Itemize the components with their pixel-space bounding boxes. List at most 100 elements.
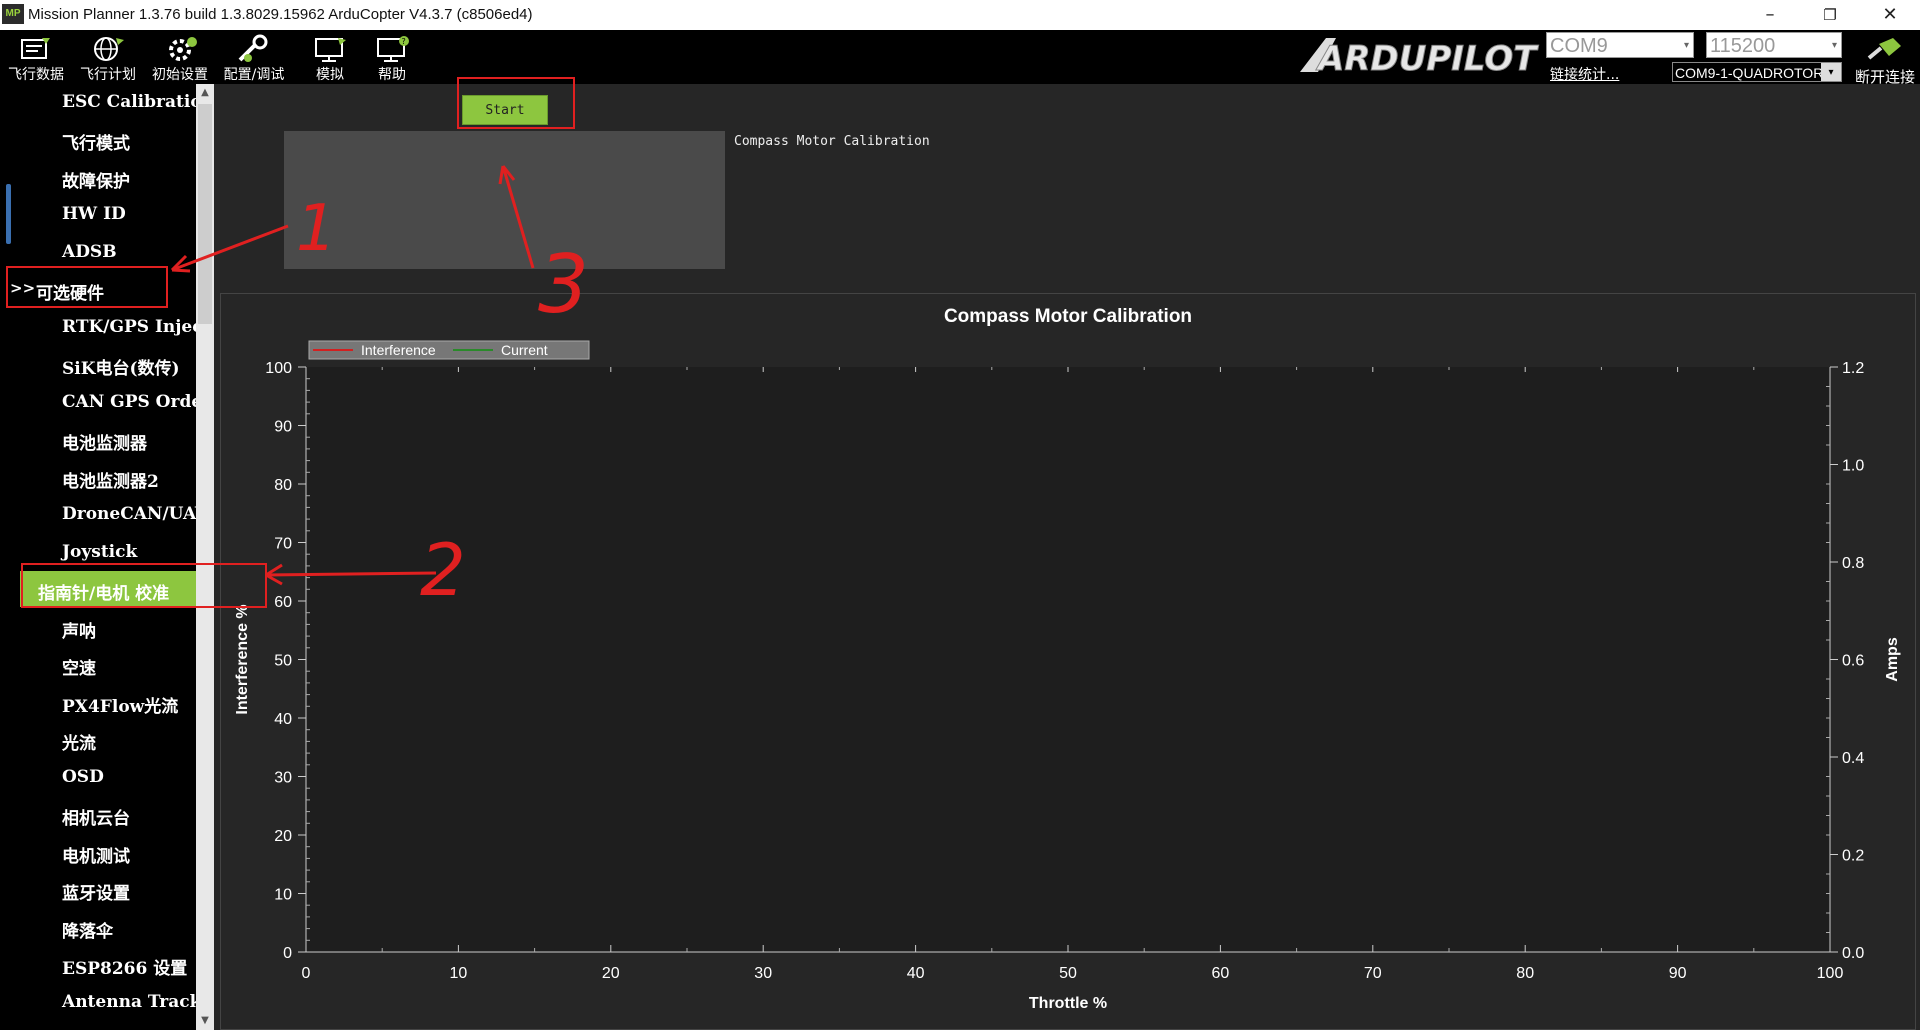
x-axis-label: Throttle % — [1029, 995, 1107, 1012]
ardupilot-logo: ARDUPILOT — [1300, 38, 1540, 78]
sidebar-item-failsafe[interactable]: 故障保护 — [0, 159, 196, 195]
toolbar-help[interactable]: ? 帮助 — [356, 32, 428, 84]
sidebar-item-label: 蓝牙设置 — [62, 884, 130, 904]
port-value: COM9 — [1550, 35, 1608, 57]
y-tick-label: 40 — [274, 711, 292, 728]
flight-data-icon — [21, 38, 50, 59]
svg-text:?: ? — [402, 37, 406, 46]
vehicle-select[interactable]: COM9-1-QUADROTOR ▾ — [1672, 62, 1842, 82]
scroll-up-icon[interactable]: ▲ — [196, 84, 214, 102]
sidebar-item-compass-motor-calibration[interactable]: 指南针/电机 校准 — [20, 571, 196, 607]
sidebar-item-label: 降落伞 — [62, 922, 113, 942]
sidebar-item-parachute[interactable]: 降落伞 — [0, 909, 196, 945]
sidebar-item-optical-flow[interactable]: 光流 — [0, 721, 196, 757]
sidebar-item-label: Antenna Tracker — [62, 992, 196, 1012]
close-button[interactable]: ✕ — [1860, 0, 1920, 30]
compass-motor-chart: Compass Motor Calibration 0 10 20 30 40 50 60 70… — [220, 293, 1916, 1030]
sidebar-item-label: 电池监测器 — [62, 434, 147, 454]
sidebar-item-battery-monitor[interactable]: 电池监测器 — [0, 421, 196, 457]
toolbar-config-tuning[interactable]: 配置/调试 — [218, 32, 290, 84]
sidebar-item-label: 可选硬件 — [36, 284, 104, 304]
chart-canvas: Compass Motor Calibration 0 10 20 30 40 50 60 70… — [234, 306, 1901, 1012]
compass-motor-label: Compass Motor Calibration — [734, 134, 930, 149]
help-icon: ? — [377, 36, 409, 62]
sidebar-item-dronecan[interactable]: DroneCAN/UAVCAN — [0, 496, 196, 532]
sidebar-item-adsb[interactable]: ADSB — [0, 234, 196, 270]
toolbar-label: 帮助 — [378, 67, 406, 83]
scrollbar-thumb[interactable] — [198, 104, 212, 324]
sidebar-scrollbar[interactable]: ▲ ▼ — [196, 84, 214, 1030]
chevron-down-icon: ▾ — [1821, 63, 1841, 81]
y2-axis-label: Amps — [1884, 637, 1901, 682]
toolbar-label: 配置/调试 — [223, 67, 285, 83]
chevron-down-icon: ▾ — [1831, 40, 1837, 51]
start-button[interactable]: Start — [462, 95, 548, 125]
baud-value: 115200 — [1710, 35, 1776, 57]
sidebar-item-rtk-gps-inject[interactable]: RTK/GPS Inject — [0, 309, 196, 345]
toolbar-flight-data[interactable]: 飞行数据 — [0, 32, 72, 84]
baud-select[interactable]: 115200 ▾ — [1706, 32, 1842, 58]
status-panel — [284, 131, 725, 269]
vehicle-value: COM9-1-QUADROTOR — [1675, 65, 1824, 81]
sidebar-item-antenna-tracker[interactable]: Antenna Tracker — [0, 984, 196, 1020]
sidebar-item-label: 电池监测器2 — [62, 472, 159, 492]
sidebar-item-airspeed[interactable]: 空速 — [0, 646, 196, 682]
y-tick-label: 20 — [274, 828, 292, 845]
port-select[interactable]: COM9 ▾ — [1546, 32, 1694, 58]
y2-tick-label: 0.6 — [1842, 653, 1864, 670]
sidebar-item-hw-id[interactable]: HW ID — [0, 196, 196, 232]
sidebar-item-esc-calibration[interactable]: ESC Calibration — [0, 84, 196, 120]
sidebar-item-flight-modes[interactable]: 飞行模式 — [0, 121, 196, 157]
title-bar: MP Mission Planner 1.3.76 build 1.3.8029… — [0, 0, 1920, 31]
y2-tick-label: 0.8 — [1842, 555, 1864, 572]
toolbar-initial-setup[interactable]: 初始设置 — [144, 32, 216, 84]
sidebar-item-bluetooth[interactable]: 蓝牙设置 — [0, 871, 196, 907]
plot-area — [306, 367, 1830, 952]
x-tick-label: 10 — [450, 965, 468, 982]
y-axis-label: Interference % — [234, 604, 251, 714]
sidebar-item-esp8266[interactable]: ESP8266 设置 — [0, 946, 196, 982]
sidebar-item-optional-hardware[interactable]: >> 可选硬件 — [0, 271, 196, 307]
y-tick-label: 0 — [283, 945, 292, 962]
plug-icon — [1867, 38, 1901, 60]
disconnect-button[interactable]: 断开连接 — [1850, 34, 1920, 86]
sidebar-item-label: 相机云台 — [62, 809, 130, 829]
sidebar-item-sik-radio[interactable]: SiK电台(数传) — [0, 346, 196, 382]
flight-plan-icon — [94, 37, 124, 61]
x-tick-label: 50 — [1059, 965, 1077, 982]
scroll-down-icon[interactable]: ▼ — [196, 1012, 214, 1030]
sidebar-item-motor-test[interactable]: 电机测试 — [0, 834, 196, 870]
sidebar-item-battery-monitor-2[interactable]: 电池监测器2 — [0, 459, 196, 495]
minimize-button[interactable]: – — [1740, 0, 1800, 30]
initial-setup-icon — [169, 37, 197, 61]
toolbar-flight-plan[interactable]: 飞行计划 — [72, 32, 144, 84]
sidebar-item-label: 飞行模式 — [62, 134, 130, 154]
sidebar-item-can-gps-order[interactable]: CAN GPS Order — [0, 384, 196, 420]
y-tick-label: 70 — [274, 536, 292, 553]
sidebar-item-joystick[interactable]: Joystick — [0, 534, 196, 570]
y2-tick-label: 0.2 — [1842, 848, 1864, 865]
logo-text: ARDUPILOT — [1315, 39, 1539, 78]
sidebar-item-label: 光流 — [62, 734, 96, 754]
y2-tick-label: 1.0 — [1842, 458, 1864, 475]
sidebar-item-px4flow[interactable]: PX4Flow光流 — [0, 684, 196, 720]
sidebar-item-label: RTK/GPS Inject — [62, 317, 196, 337]
maximize-button[interactable]: ❐ — [1800, 0, 1860, 30]
app-icon: MP — [2, 4, 24, 24]
y-tick-label: 50 — [274, 653, 292, 670]
sidebar-item-camera-gimbal[interactable]: 相机云台 — [0, 796, 196, 832]
y2-tick-label: 1.2 — [1842, 360, 1864, 377]
chart-title: Compass Motor Calibration — [944, 306, 1192, 327]
x-tick-label: 80 — [1516, 965, 1534, 982]
sidebar-item-label: Joystick — [62, 542, 138, 562]
toolbar-label: 初始设置 — [152, 67, 208, 83]
link-stats-link[interactable]: 链接统计... — [1550, 64, 1619, 84]
x-tick-label: 100 — [1817, 965, 1844, 982]
sidebar-item-label: CAN GPS Order — [62, 392, 196, 412]
sidebar-item-label: PX4Flow光流 — [62, 697, 179, 717]
sidebar-item-label: ESC Calibration — [62, 92, 196, 112]
x-tick-label: 70 — [1364, 965, 1382, 982]
sidebar-item-osd[interactable]: OSD — [0, 759, 196, 795]
sidebar-item-sonar[interactable]: 声呐 — [0, 609, 196, 645]
x-tick-label: 90 — [1669, 965, 1687, 982]
